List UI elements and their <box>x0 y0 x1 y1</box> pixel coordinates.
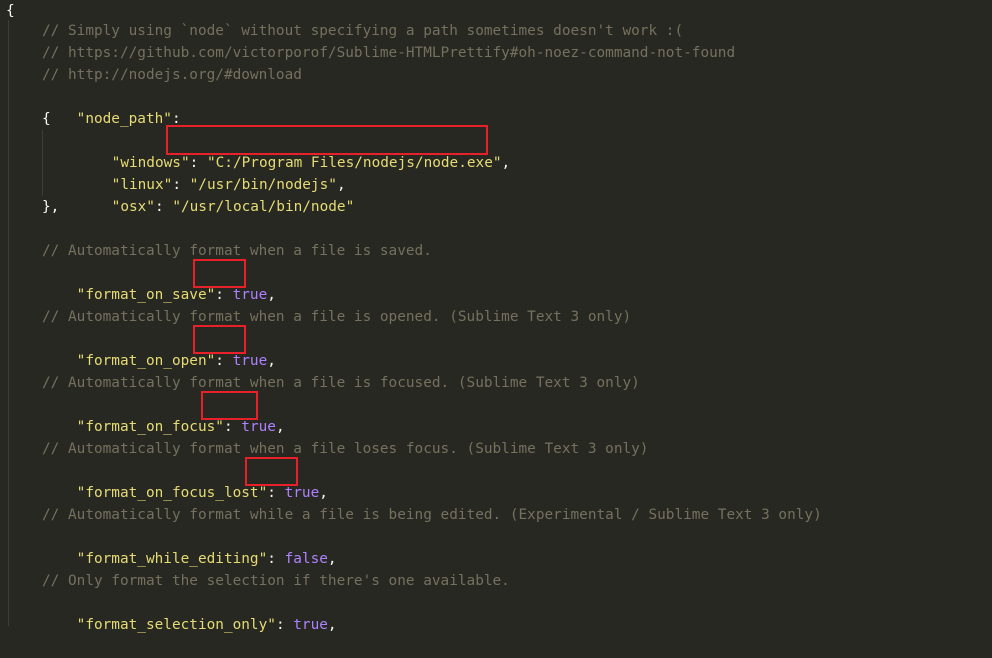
code-comment: // https://github.com/victorporof/Sublim… <box>42 45 736 61</box>
code-comment: // Automatically format when a file lose… <box>42 441 649 457</box>
json-boolean-value: true <box>232 287 268 303</box>
json-boolean-value: false <box>284 551 328 567</box>
code-line-format-on-save: "format_on_save": true, <box>76 287 276 303</box>
code-line-node-path: "node_path": <box>42 86 181 127</box>
json-boolean-value: true <box>284 485 320 501</box>
json-key: "node_path" <box>76 111 172 127</box>
code-line-brace: { <box>42 111 51 127</box>
code-line-windows: "windows": "C:/Program Files/nodejs/node… <box>111 155 511 171</box>
json-colon: : <box>171 111 181 127</box>
json-boolean-value: true <box>241 419 276 435</box>
code-comment: // Automatically format when a file is f… <box>42 375 640 391</box>
code-line-linux: "linux": "/usr/bin/nodejs", <box>111 177 346 193</box>
code-comment: // Automatically format when a file is s… <box>42 243 432 259</box>
indent-guide <box>8 20 9 626</box>
json-key: "format_on_save" <box>76 287 216 303</box>
code-line-format-selection-only: "format_selection_only": true, <box>76 617 337 633</box>
json-key: "format_selection_only" <box>76 617 276 633</box>
json-key: "format_on_open" <box>76 353 216 369</box>
code-line-format-while-editing: "format_while_editing": false, <box>76 551 337 567</box>
json-boolean-value: true <box>293 617 328 633</box>
code-line-osx: "osx": "/usr/local/bin/node" <box>111 199 355 215</box>
code-line-format-on-focus-lost: "format_on_focus_lost": true, <box>76 485 328 501</box>
code-editor[interactable]: { // Simply using `node` without specify… <box>0 0 992 633</box>
code-comment: // Automatically format when a file is o… <box>42 309 632 325</box>
json-key: "format_while_editing" <box>76 551 268 567</box>
json-boolean-value: true <box>232 353 268 369</box>
code-line-format-on-focus: "format_on_focus": true, <box>76 419 285 435</box>
code-line-open-brace: { <box>6 3 15 19</box>
json-key: "format_on_focus_lost" <box>76 485 268 501</box>
code-comment: // Only format the selection if there's … <box>42 573 510 589</box>
json-key: "osx" <box>111 199 155 215</box>
code-comment: // Simply using `node` without specifyin… <box>42 23 684 39</box>
code-comment: // http://nodejs.org/#download <box>42 67 302 83</box>
json-string-value: "/usr/local/bin/node" <box>172 199 355 215</box>
code-line-brace: }, <box>42 199 60 215</box>
code-comment: // Automatically format while a file is … <box>42 507 822 523</box>
json-key: "format_on_focus" <box>76 419 224 435</box>
code-line-format-on-open: "format_on_open": true, <box>76 353 276 369</box>
